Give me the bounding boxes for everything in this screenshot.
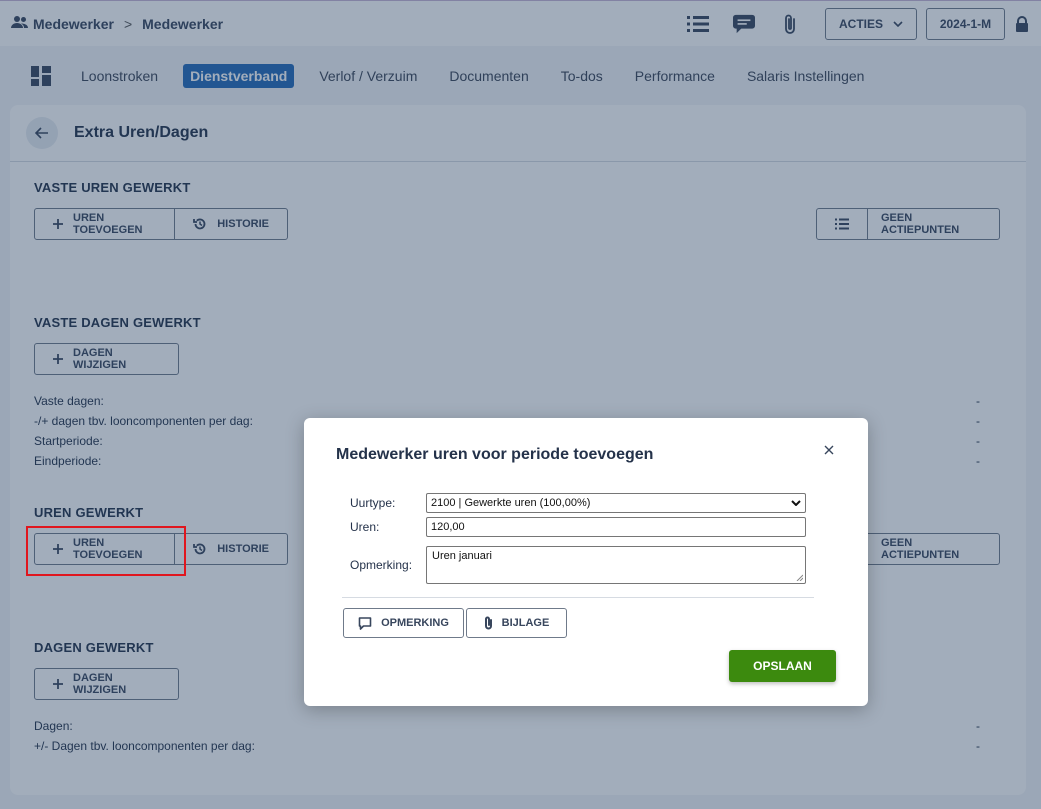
uren-input[interactable]: 120,00	[426, 517, 806, 537]
resize-handle-icon[interactable]	[796, 574, 803, 581]
opmerking-label: Opmerking:	[350, 558, 413, 572]
opmerking-button[interactable]: OPMERKING	[343, 608, 464, 638]
uurtype-label: Uurtype:	[350, 496, 396, 510]
uurtype-select[interactable]: 2100 | Gewerkte uren (100,00%)	[426, 493, 806, 513]
opmerking-row: Opmerking: Uren januari	[350, 546, 806, 584]
add-hours-modal: Medewerker uren voor periode toevoegen U…	[304, 418, 868, 706]
modal-divider	[342, 597, 814, 598]
opmerking-button-label: OPMERKING	[381, 617, 449, 629]
highlight-box	[26, 526, 186, 576]
chevron-down-icon	[791, 500, 801, 506]
paperclip-icon	[484, 616, 493, 630]
uurtype-row: Uurtype: 2100 | Gewerkte uren (100,00%)	[350, 493, 806, 513]
uren-label: Uren:	[350, 520, 380, 534]
opmerking-value: Uren januari	[432, 550, 492, 562]
uren-row: Uren: 120,00	[350, 517, 806, 537]
modal-title: Medewerker uren voor periode toevoegen	[336, 446, 654, 463]
uurtype-value: 2100 | Gewerkte uren (100,00%)	[431, 497, 591, 509]
comment-icon	[358, 616, 372, 630]
save-button[interactable]: OPSLAAN	[729, 650, 836, 682]
opmerking-textarea[interactable]: Uren januari	[426, 546, 806, 584]
bijlage-button[interactable]: BIJLAGE	[466, 608, 567, 638]
close-icon[interactable]	[824, 442, 834, 460]
bijlage-button-label: BIJLAGE	[501, 617, 550, 629]
